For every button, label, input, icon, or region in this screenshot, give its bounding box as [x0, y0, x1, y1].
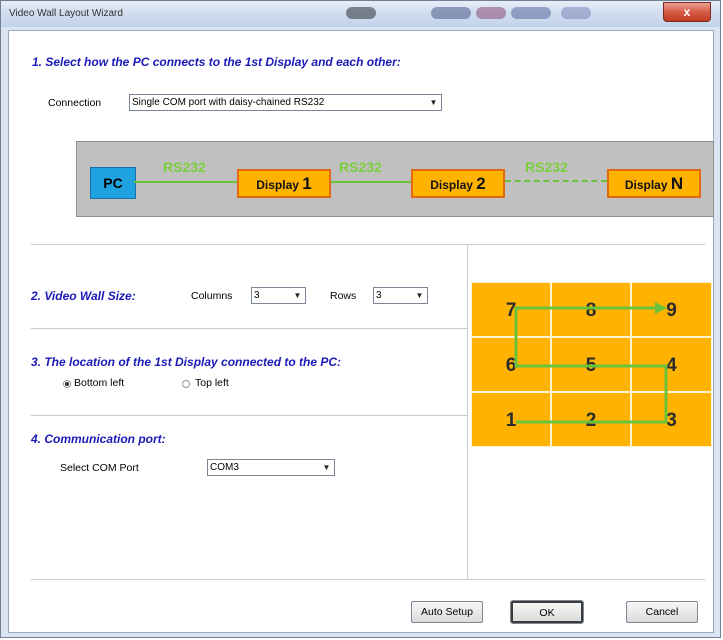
display-number: 1	[302, 174, 312, 193]
connection-label: Connection	[48, 97, 102, 109]
rows-select[interactable]: 3 ▼	[373, 287, 428, 304]
columns-select[interactable]: 3 ▼	[251, 287, 306, 304]
arrow-head-icon	[655, 302, 667, 314]
cancel-button[interactable]: Cancel	[626, 601, 698, 623]
window-title: Video Wall Layout Wizard	[9, 8, 123, 19]
display-number: N	[670, 174, 684, 193]
display-word: Display	[624, 178, 668, 192]
video-wall-grid: 7 8 9 6 5 4 1 2 3	[471, 282, 712, 447]
daisy-chain-path	[514, 302, 668, 424]
display-number: 2	[476, 174, 486, 193]
close-icon: x	[683, 5, 691, 19]
section3-title: 3. The location of the 1st Display conne…	[31, 355, 342, 369]
chevron-down-icon: ▼	[429, 98, 438, 107]
chevron-down-icon: ▼	[293, 291, 302, 300]
auto-setup-button[interactable]: Auto Setup	[411, 601, 483, 623]
pc-box: PC	[90, 167, 136, 199]
radio-top-left[interactable]	[182, 380, 190, 388]
chain-path-line	[514, 306, 668, 424]
rs232-label-3: RS232	[525, 159, 568, 175]
titlebar-reflection	[431, 7, 471, 19]
separator	[31, 328, 467, 329]
rs232-label-1: RS232	[163, 159, 206, 175]
ok-button[interactable]: OK	[510, 600, 584, 624]
rows-label: Rows	[330, 290, 357, 302]
section1-title: 1. Select how the PC connects to the 1st…	[32, 55, 401, 69]
com-port-select[interactable]: COM3 ▼	[207, 459, 335, 476]
display-word: Display	[256, 178, 299, 192]
radio-bottom-left[interactable]	[63, 380, 71, 388]
rows-value: 3	[376, 290, 382, 301]
chevron-down-icon: ▼	[415, 291, 424, 300]
rs232-link-2	[331, 181, 411, 183]
columns-value: 3	[254, 290, 260, 301]
display-2-box: Display 2	[411, 169, 505, 198]
display-1-box: Display 1	[237, 169, 331, 198]
display-n-box: Display N	[607, 169, 701, 198]
title-bar[interactable]: Video Wall Layout Wizard x	[1, 1, 720, 27]
chevron-down-icon: ▼	[322, 463, 331, 472]
rs232-label-2: RS232	[339, 159, 382, 175]
display-word: Display	[430, 178, 473, 192]
separator	[467, 245, 468, 579]
separator	[31, 415, 467, 416]
rs232-link-3	[505, 180, 607, 182]
close-button[interactable]: x	[663, 2, 711, 22]
wizard-window: Video Wall Layout Wizard x 1. Select how…	[0, 0, 721, 638]
com-port-label: Select COM Port	[60, 462, 139, 474]
section2-title: 2. Video Wall Size:	[31, 289, 136, 303]
section4-title: 4. Communication port:	[31, 432, 166, 446]
columns-label: Columns	[191, 290, 233, 302]
radio-top-left-label[interactable]: Top left	[195, 377, 229, 389]
connection-select[interactable]: Single COM port with daisy-chained RS232…	[129, 94, 442, 111]
titlebar-reflection	[561, 7, 591, 19]
com-port-value: COM3	[210, 462, 239, 473]
separator	[31, 244, 705, 245]
titlebar-reflection	[511, 7, 551, 19]
radio-bottom-left-label[interactable]: Bottom left	[74, 377, 124, 389]
separator	[31, 579, 705, 580]
connection-value: Single COM port with daisy-chained RS232	[132, 97, 325, 108]
connection-diagram: PC RS232 Display 1 RS232 Display 2 RS232…	[76, 141, 714, 217]
rs232-link-1	[134, 181, 237, 183]
titlebar-reflection	[346, 7, 376, 19]
titlebar-reflection	[476, 7, 506, 19]
